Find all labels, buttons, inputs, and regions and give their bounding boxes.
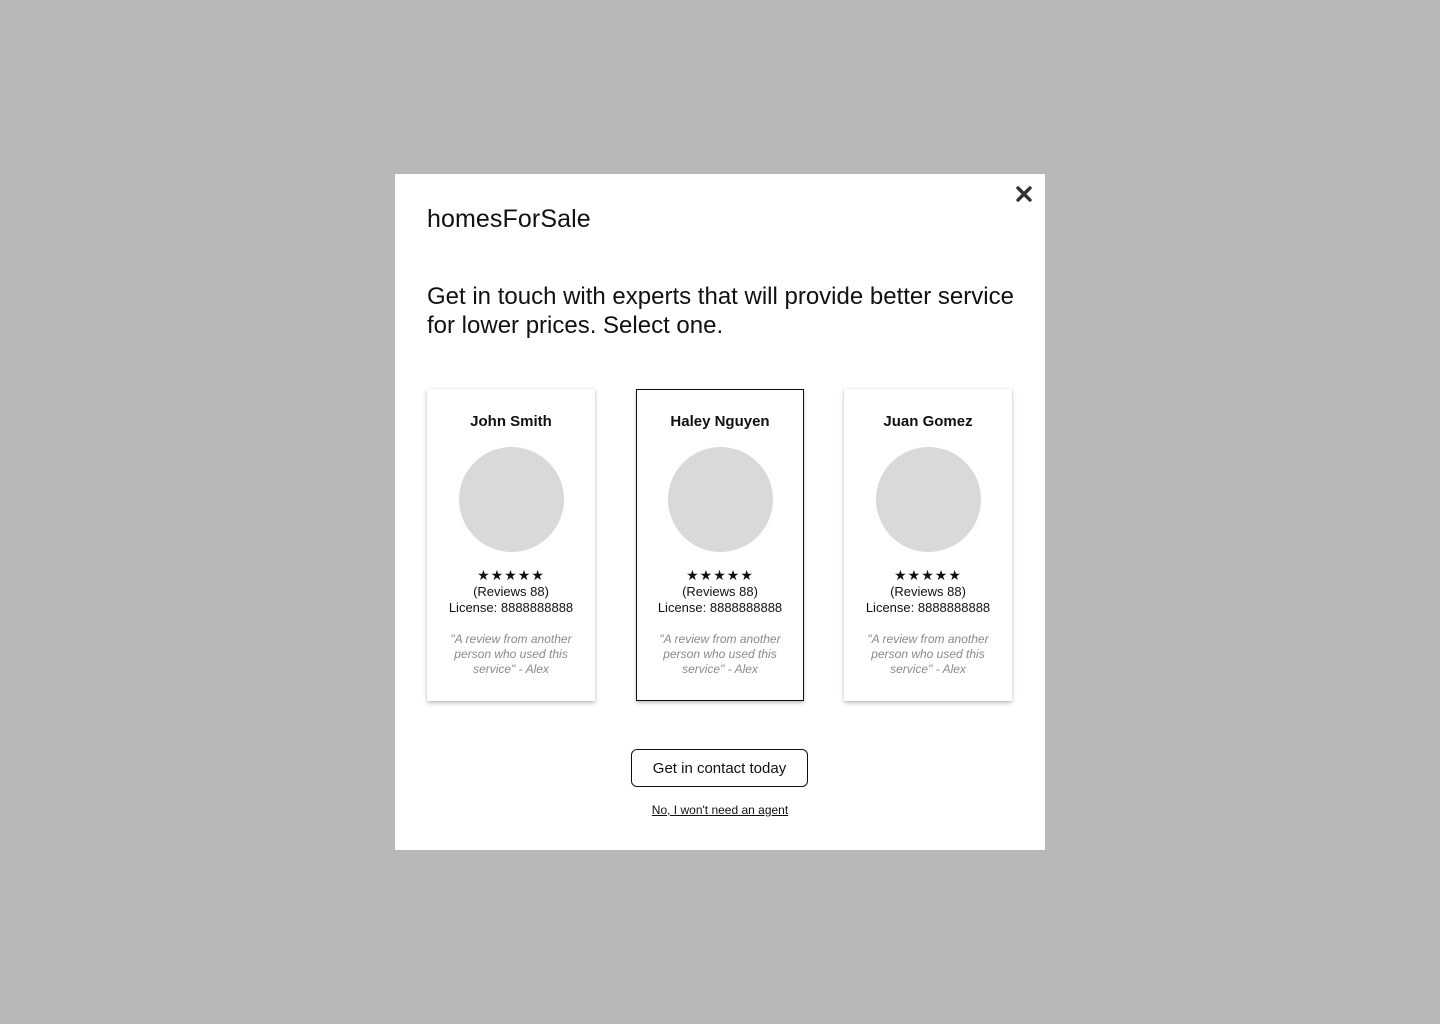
brand-title: homesForSale [427,205,591,233]
agent-card-john-smith[interactable]: John Smith ★★★★★ (Reviews 88) License: 8… [427,389,595,701]
review-count: (Reviews 88) [890,584,966,599]
license-number: License: 8888888888 [865,600,991,615]
review-count: (Reviews 88) [682,584,758,599]
avatar [876,447,981,552]
agent-selection-modal: homesForSale Get in touch with experts t… [395,174,1045,850]
rating-stars: ★★★★★ [894,567,962,583]
agent-name: John Smith [470,413,552,430]
rating-stars: ★★★★★ [477,567,545,583]
review-quote: "A review from another person who used t… [450,632,572,676]
agent-card-haley-nguyen[interactable]: Haley Nguyen ★★★★★ (Reviews 88) License:… [636,389,804,701]
decline-agent-link[interactable]: No, I won't need an agent [395,803,1045,817]
agent-name: Juan Gomez [883,413,973,430]
get-in-contact-button[interactable]: Get in contact today [631,749,808,787]
agent-name: Haley Nguyen [670,413,770,430]
agent-card-list: John Smith ★★★★★ (Reviews 88) License: 8… [427,389,1013,701]
review-quote: "A review from another person who used t… [867,632,989,676]
license-number: License: 8888888888 [657,600,783,615]
modal-headline: Get in touch with experts that will prov… [427,283,1014,339]
rating-stars: ★★★★★ [686,567,754,583]
avatar [668,447,773,552]
license-number: License: 8888888888 [448,600,574,615]
review-count: (Reviews 88) [473,584,549,599]
avatar [459,447,564,552]
close-button[interactable] [1013,183,1035,205]
review-quote: "A review from another person who used t… [659,632,781,676]
close-icon [1016,186,1032,202]
agent-card-juan-gomez[interactable]: Juan Gomez ★★★★★ (Reviews 88) License: 8… [844,389,1012,701]
